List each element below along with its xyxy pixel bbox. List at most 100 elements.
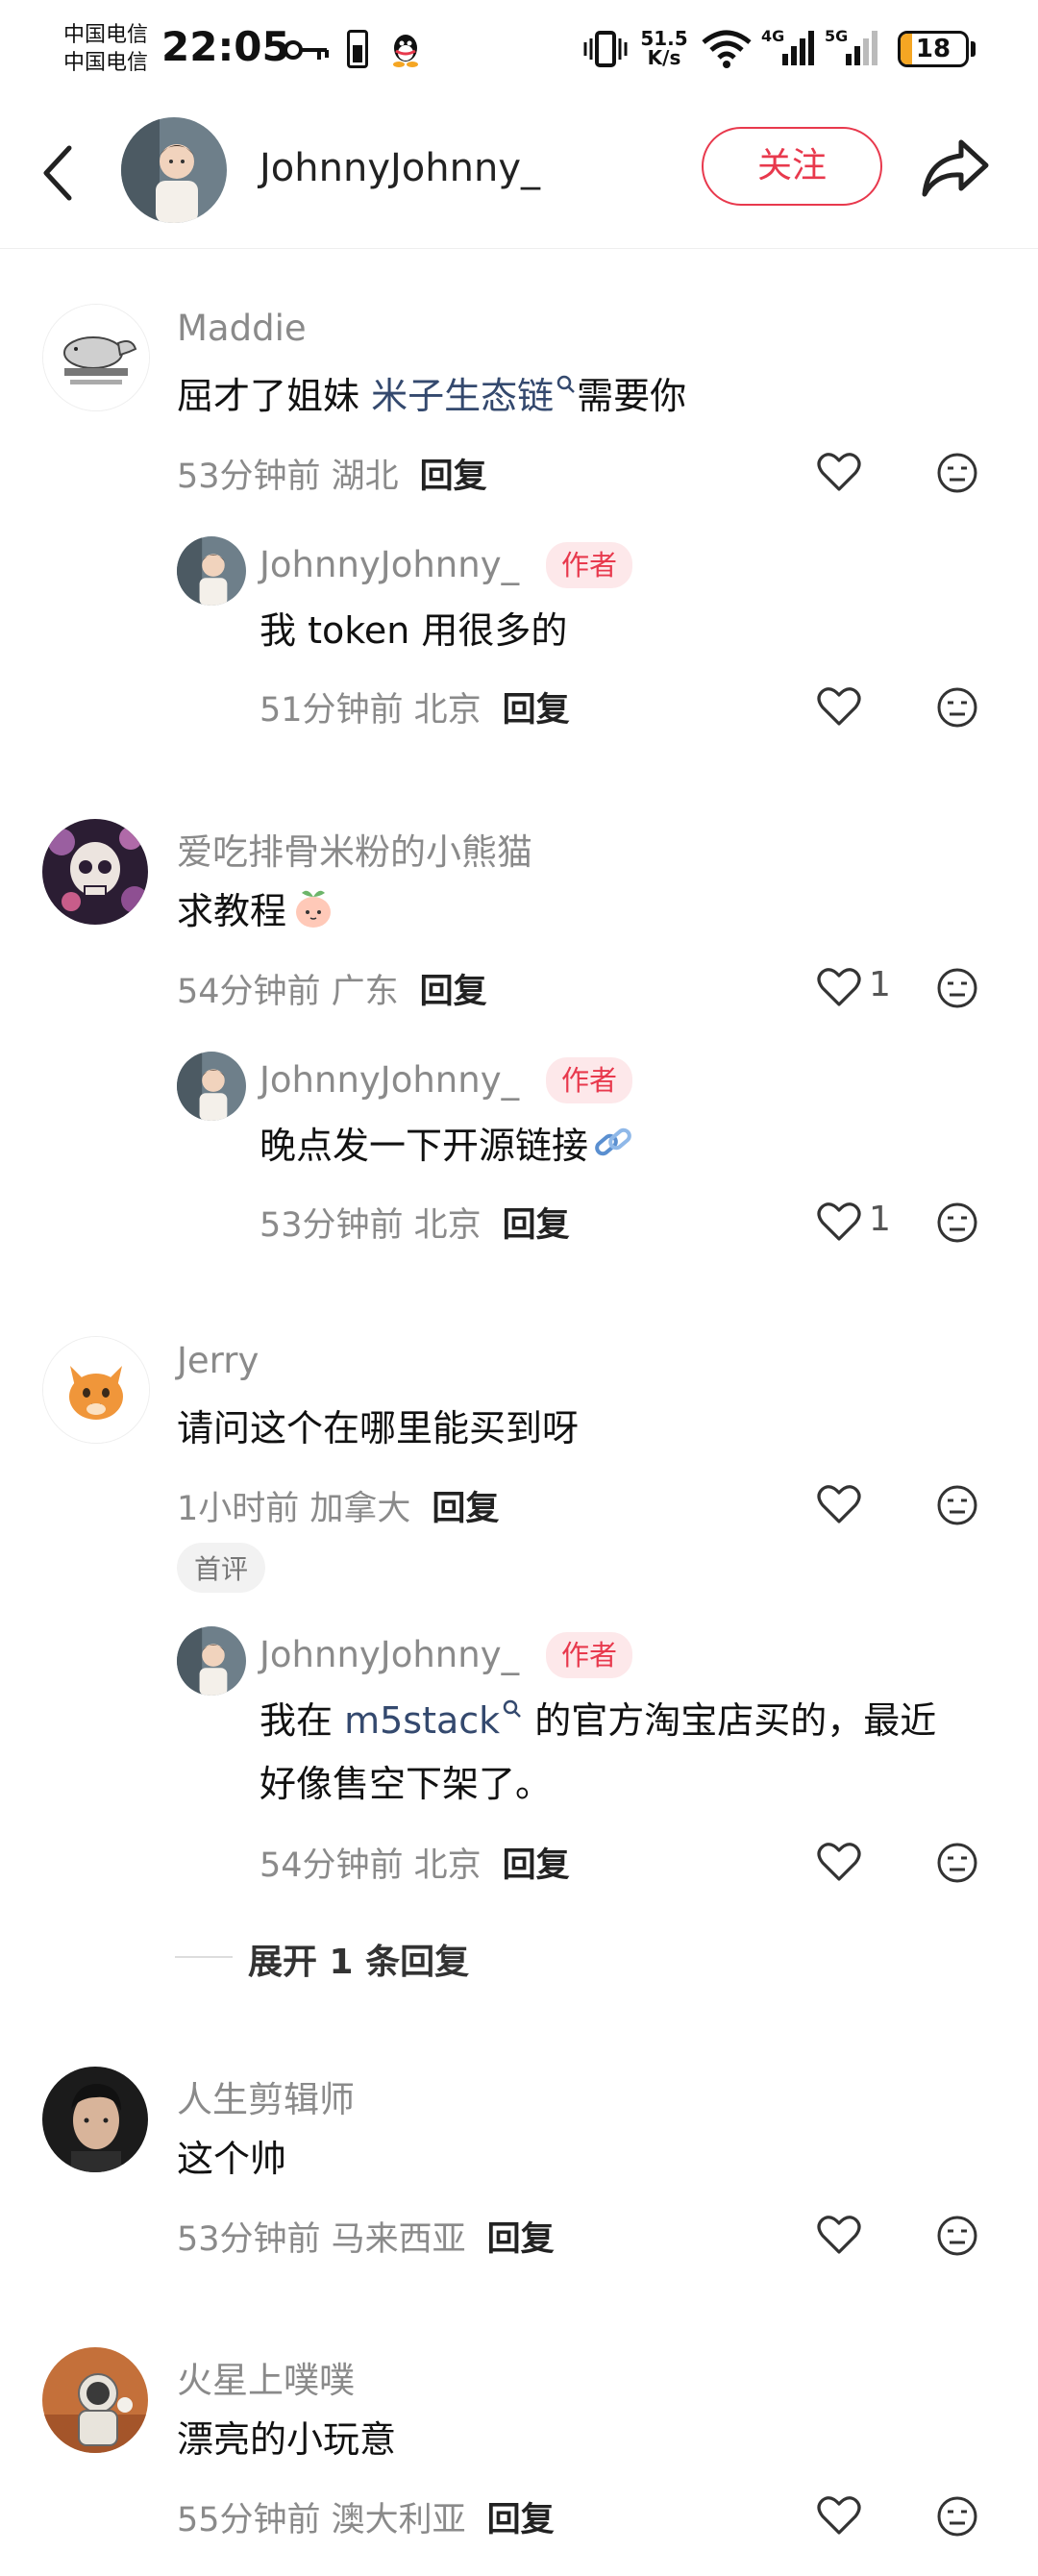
replier-avatar[interactable] — [177, 1626, 246, 1696]
comment-meta: 53分钟前 湖北 回复 — [177, 449, 487, 498]
author-badge: 作者 — [546, 1057, 633, 1103]
peach-emoji-icon — [296, 890, 332, 928]
network-speed-unit: K/s — [647, 46, 681, 69]
replier-username[interactable]: JohnnyJohnny_ — [260, 544, 519, 585]
replier-username[interactable]: JohnnyJohnny_ — [260, 1059, 519, 1101]
emoji-reaction-icon[interactable] — [936, 1484, 978, 1526]
search-link[interactable]: m5stack — [344, 1699, 523, 1742]
comment-meta: 1小时前 加拿大 回复 — [177, 1481, 499, 1530]
comment-time-location: 55分钟前 澳大利亚 — [177, 2501, 466, 2539]
comment-text: 求教程 — [177, 880, 336, 942]
emoji-reaction-icon[interactable] — [936, 452, 978, 494]
signal-5g-icon: 5G — [825, 27, 884, 69]
reply-meta: 54分钟前 北京 回复 — [260, 1838, 570, 1887]
like-count: 1 — [869, 1200, 891, 1239]
comment-meta: 55分钟前 澳大利亚 回复 — [177, 2492, 555, 2541]
emoji-reaction-icon[interactable] — [936, 2215, 978, 2257]
comment-text: 漂亮的小玩意 — [177, 2418, 397, 2461]
battery-indicator: 18 — [898, 31, 969, 67]
network-speed-value: 51.5 — [640, 27, 688, 50]
search-link-label[interactable]: m5stack — [344, 1699, 500, 1742]
reply-text-part: 晚点发一下开源链接 — [260, 1125, 589, 1167]
comment-time-location: 53分钟前 马来西亚 — [177, 2220, 466, 2259]
clock: 22:05 — [161, 23, 290, 70]
carrier-1: 中国电信 — [63, 23, 149, 47]
first-comment-tag: 首评 — [177, 1543, 266, 1593]
reply-button[interactable]: 回复 — [487, 2501, 555, 2539]
comment-text: 请问这个在哪里能买到呀 — [177, 1407, 580, 1449]
replier-username[interactable]: JohnnyJohnny_ — [260, 1634, 519, 1675]
reply-time-location: 54分钟前 北京 — [260, 1846, 482, 1885]
emoji-reaction-icon[interactable] — [936, 2495, 978, 2538]
carrier-labels: 中国电信 中国电信 — [63, 21, 148, 77]
commenter-avatar[interactable] — [42, 1336, 150, 1444]
author-username[interactable]: JohnnyJohnny_ — [260, 146, 540, 190]
like-icon[interactable] — [817, 1842, 861, 1882]
replier-avatar[interactable] — [177, 536, 246, 606]
comment-text-part: 求教程 — [177, 890, 287, 932]
reply-time-location: 51分钟前 北京 — [260, 691, 482, 730]
qq-icon — [393, 35, 418, 67]
like-icon[interactable] — [817, 2215, 861, 2255]
network-speed: 51.5 K/s — [640, 29, 688, 67]
status-bar: 中国电信 中国电信 22:05 51.5 K/s 4G 5G 18 — [0, 0, 1038, 96]
key-icon — [284, 40, 329, 60]
like-icon[interactable] — [817, 452, 861, 492]
emoji-reaction-icon[interactable] — [936, 1201, 978, 1244]
author-badge: 作者 — [546, 1632, 633, 1678]
comment-time-location: 54分钟前 广东 — [177, 973, 399, 1011]
commenter-username[interactable]: Jerry — [177, 1340, 259, 1381]
search-link-label[interactable]: 米子生态链 — [371, 375, 554, 417]
reply-button[interactable]: 回复 — [432, 1490, 499, 1528]
comment-text: 这个帅 — [177, 2138, 287, 2180]
commenter-username[interactable]: 人生剪辑师 — [177, 2070, 355, 2122]
search-icon — [503, 1700, 522, 1719]
emoji-reaction-icon[interactable] — [936, 686, 978, 729]
commenter-username[interactable]: 爱吃排骨米粉的小熊猫 — [177, 823, 532, 875]
expand-replies-button[interactable]: 展开 1 条回复 — [248, 1934, 469, 1984]
author-avatar[interactable] — [121, 117, 227, 223]
share-icon[interactable] — [919, 135, 992, 202]
emoji-reaction-icon[interactable] — [936, 1842, 978, 1884]
commenter-avatar[interactable] — [42, 2067, 148, 2172]
reply-button[interactable]: 回复 — [420, 973, 487, 1011]
author-badge: 作者 — [546, 542, 633, 588]
emoji-reaction-icon[interactable] — [936, 967, 978, 1009]
replier-avatar[interactable] — [177, 1052, 246, 1121]
like-icon[interactable] — [817, 2495, 861, 2536]
reply-button[interactable]: 回复 — [420, 458, 487, 496]
reply-time-location: 53分钟前 北京 — [260, 1206, 482, 1245]
saver-battery-icon — [347, 30, 368, 68]
follow-button[interactable]: 关注 — [702, 127, 882, 206]
battery-cap — [971, 41, 976, 57]
search-icon — [556, 376, 575, 394]
reply-text-line2: 好像售空下架了。 — [260, 1763, 553, 1805]
commenter-avatar[interactable] — [42, 2347, 148, 2453]
reply-button[interactable]: 回复 — [487, 2220, 555, 2259]
reply-button[interactable]: 回复 — [503, 1846, 570, 1885]
wifi-icon — [702, 30, 752, 68]
reply-button[interactable]: 回复 — [503, 1206, 570, 1245]
link-emoji-icon — [595, 1127, 631, 1156]
vibrate-icon — [583, 31, 628, 67]
like-icon[interactable] — [817, 1201, 861, 1242]
comment-time-location: 1小时前 加拿大 — [177, 1490, 411, 1528]
reply-button[interactable]: 回复 — [503, 691, 570, 730]
commenter-username[interactable]: 火星上噗噗 — [177, 2351, 355, 2403]
like-icon[interactable] — [817, 686, 861, 727]
back-icon[interactable] — [35, 135, 83, 211]
reply-text: 晚点发一下开源链接 — [260, 1115, 636, 1177]
commenter-avatar[interactable] — [42, 819, 148, 925]
search-link[interactable]: 米子生态链 — [371, 375, 577, 417]
comment-text-part: 屈才了姐妹 — [177, 375, 372, 417]
comment-meta: 53分钟前 马来西亚 回复 — [177, 2212, 555, 2261]
reply-text-part: 的官方淘宝店买的，最近 — [523, 1699, 937, 1742]
expand-divider — [175, 1956, 233, 1958]
commenter-username[interactable]: Maddie — [177, 308, 307, 349]
reply-meta: 51分钟前 北京 回复 — [260, 682, 570, 731]
comment-time-location: 53分钟前 湖北 — [177, 458, 399, 496]
header-bar: JohnnyJohnny_ 关注 — [0, 106, 1038, 249]
like-icon[interactable] — [817, 967, 861, 1007]
like-icon[interactable] — [817, 1484, 861, 1524]
commenter-avatar[interactable] — [42, 304, 150, 411]
